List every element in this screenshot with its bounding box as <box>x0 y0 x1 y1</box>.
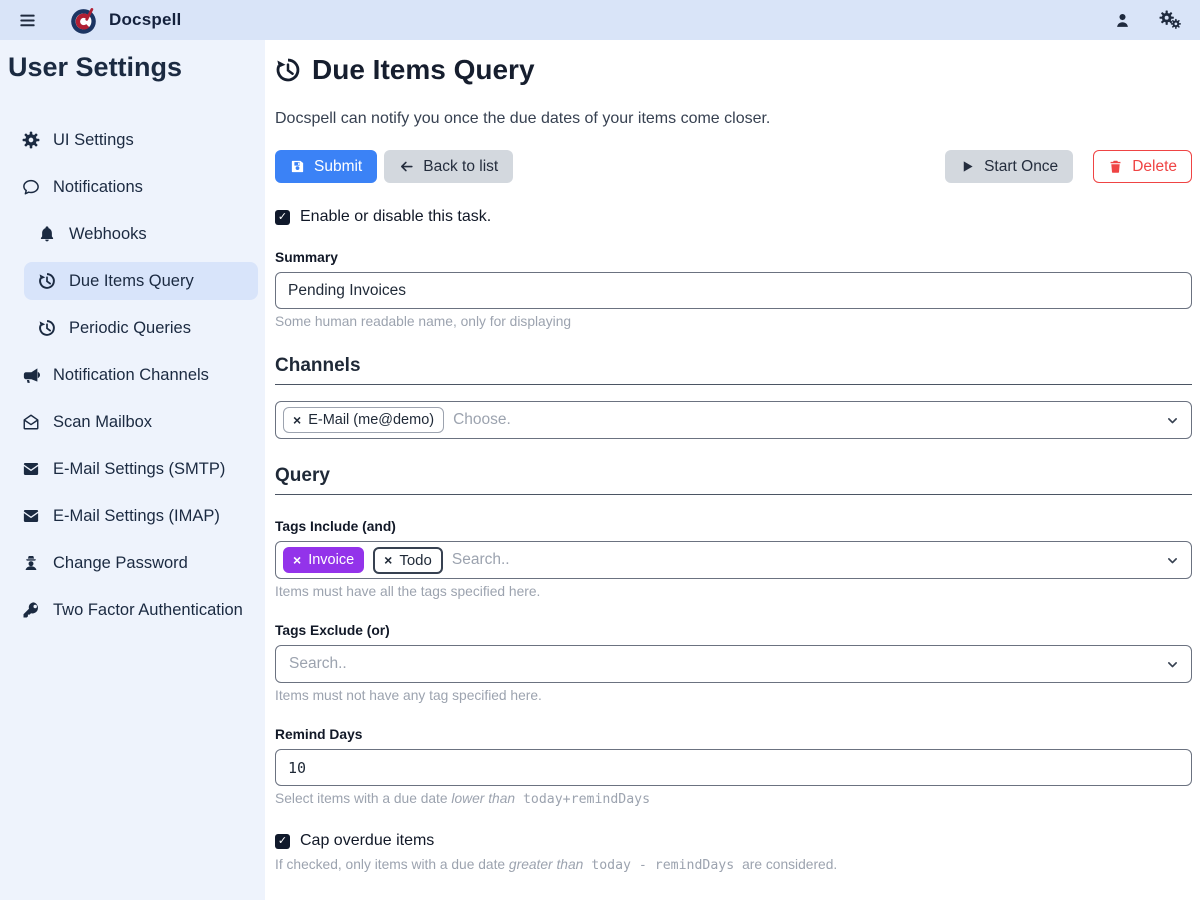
sidebar-item-notification-channels[interactable]: Notification Channels <box>0 356 265 394</box>
history-icon <box>38 319 56 337</box>
sidebar-item-two-factor-auth[interactable]: Two Factor Authentication <box>0 591 265 629</box>
summary-help: Some human readable name, only for displ… <box>275 314 1192 329</box>
remind-days-help: Select items with a due date lower than … <box>275 791 1192 807</box>
remove-chip-icon[interactable]: × <box>293 413 301 427</box>
submit-button[interactable]: Submit <box>275 150 377 183</box>
bars-icon <box>18 11 37 30</box>
bullhorn-icon <box>22 366 40 384</box>
tag-chip-todo: × Todo <box>373 547 443 574</box>
tags-include-select[interactable]: × Invoice × Todo Search.. <box>275 541 1192 579</box>
save-icon <box>290 159 305 174</box>
top-navbar: Docspell <box>0 0 1200 40</box>
user-account-icon[interactable] <box>1114 12 1131 29</box>
tags-include-placeholder: Search.. <box>452 551 510 569</box>
start-once-button[interactable]: Start Once <box>945 150 1073 183</box>
envelope-icon <box>22 460 40 478</box>
remind-days-field: Remind Days Select items with a due date… <box>275 727 1192 807</box>
tags-exclude-label: Tags Exclude (or) <box>275 623 1192 638</box>
history-icon <box>275 57 301 83</box>
bell-icon <box>38 225 56 243</box>
envelope-icon <box>22 507 40 525</box>
trash-icon <box>1108 159 1123 174</box>
main-content: Due Items Query Docspell can notify you … <box>265 40 1200 900</box>
cap-overdue-help: If checked, only items with a due date g… <box>275 857 1192 873</box>
history-icon <box>38 272 56 290</box>
back-to-list-button[interactable]: Back to list <box>384 150 513 183</box>
hamburger-menu-button[interactable] <box>10 3 44 37</box>
sidebar-item-email-smtp[interactable]: E-Mail Settings (SMTP) <box>0 450 265 488</box>
enable-task-checkbox-row[interactable]: ✓ Enable or disable this task. <box>275 208 491 226</box>
cap-overdue-checkbox-row[interactable]: ✓ Cap overdue items <box>275 832 434 850</box>
settings-sidebar: User Settings UI Settings Notifications … <box>0 40 265 900</box>
comment-icon <box>22 178 40 196</box>
sidebar-item-change-password[interactable]: Change Password <box>0 544 265 582</box>
docspell-logo[interactable] <box>68 5 99 36</box>
channel-chip: × E-Mail (me@demo) <box>283 407 444 433</box>
sidebar-nav: UI Settings Notifications Webhooks Due I… <box>0 121 265 629</box>
sidebar-item-webhooks[interactable]: Webhooks <box>0 215 265 253</box>
user-secret-icon <box>22 554 40 572</box>
tags-include-field: Tags Include (and) × Invoice × Todo Sear… <box>275 519 1192 599</box>
action-toolbar: Submit Back to list Start Once Delete <box>275 150 1192 183</box>
tags-exclude-placeholder: Search.. <box>283 655 347 673</box>
page-title: Due Items Query <box>275 54 1192 86</box>
remove-chip-icon[interactable]: × <box>384 553 392 567</box>
play-icon <box>960 159 975 174</box>
tags-include-help: Items must have all the tags specified h… <box>275 584 1192 599</box>
summary-label: Summary <box>275 250 1192 265</box>
summary-input[interactable] <box>275 272 1192 309</box>
enable-task-label: Enable or disable this task. <box>300 208 491 226</box>
check-icon: ✓ <box>278 836 287 847</box>
key-icon <box>22 601 40 619</box>
remind-days-label: Remind Days <box>275 727 1192 742</box>
sidebar-item-scan-mailbox[interactable]: Scan Mailbox <box>0 403 265 441</box>
query-section-heading: Query <box>275 465 1192 495</box>
cogs-settings-icon[interactable] <box>1159 10 1182 30</box>
sidebar-item-due-items-query[interactable]: Due Items Query <box>24 262 258 300</box>
sidebar-title: User Settings <box>8 52 265 83</box>
tags-exclude-select[interactable]: Search.. <box>275 645 1192 683</box>
check-icon: ✓ <box>278 212 287 223</box>
enable-task-checkbox[interactable]: ✓ <box>275 210 290 225</box>
gear-icon <box>22 131 40 149</box>
chevron-down-icon <box>1166 658 1179 671</box>
chevron-down-icon <box>1166 414 1179 427</box>
sidebar-item-email-imap[interactable]: E-Mail Settings (IMAP) <box>0 497 265 535</box>
chevron-down-icon <box>1166 554 1179 567</box>
page-description: Docspell can notify you once the due dat… <box>275 110 1192 128</box>
cap-overdue-checkbox[interactable]: ✓ <box>275 834 290 849</box>
mail-open-icon <box>22 413 40 431</box>
tag-chip-invoice: × Invoice <box>283 547 364 573</box>
remove-chip-icon[interactable]: × <box>293 553 301 567</box>
remind-days-input[interactable] <box>275 749 1192 786</box>
summary-field: Summary Some human readable name, only f… <box>275 250 1192 329</box>
channels-section-heading: Channels <box>275 355 1192 385</box>
brand-title: Docspell <box>109 10 181 30</box>
channels-placeholder: Choose. <box>453 411 511 429</box>
sidebar-item-periodic-queries[interactable]: Periodic Queries <box>0 309 265 347</box>
cap-overdue-label: Cap overdue items <box>300 832 434 850</box>
tags-exclude-help: Items must not have any tag specified he… <box>275 688 1192 703</box>
tags-include-label: Tags Include (and) <box>275 519 1192 534</box>
delete-button[interactable]: Delete <box>1093 150 1192 183</box>
sidebar-item-notifications[interactable]: Notifications <box>0 168 265 206</box>
channels-select[interactable]: × E-Mail (me@demo) Choose. <box>275 401 1192 439</box>
sidebar-item-ui-settings[interactable]: UI Settings <box>0 121 265 159</box>
arrow-left-icon <box>399 159 414 174</box>
tags-exclude-field: Tags Exclude (or) Search.. Items must no… <box>275 623 1192 703</box>
